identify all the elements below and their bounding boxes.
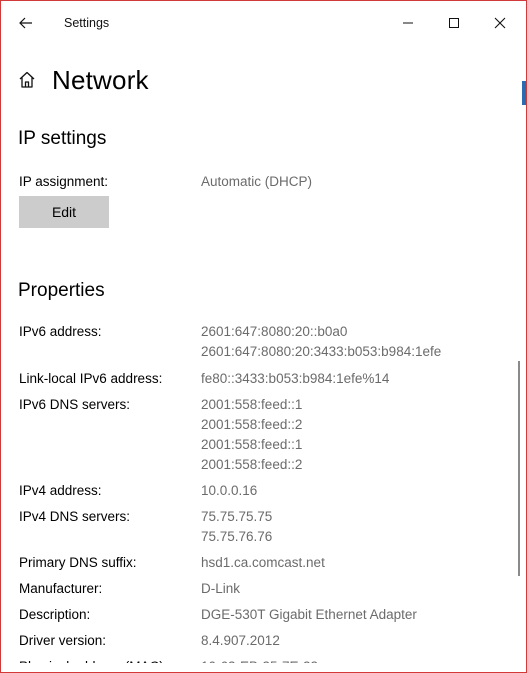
edit-button[interactable]: Edit — [19, 196, 109, 228]
close-icon — [494, 17, 506, 29]
page-title: Network — [52, 64, 149, 95]
minimize-icon — [403, 22, 413, 24]
property-value: 2601:647:8080:20:3433:b053:b984:1efe — [201, 344, 442, 359]
property-label: IPv4 DNS servers: — [19, 509, 131, 524]
ip-assignment-label: IP assignment: — [19, 174, 109, 189]
bottom-edge — [1, 663, 526, 672]
property-label: Description: — [19, 607, 91, 622]
page-header: Network — [17, 63, 149, 97]
property-value: 2001:558:feed::1 — [201, 397, 303, 412]
property-value: 2601:647:8080:20::b0a0 — [201, 324, 348, 339]
home-icon — [17, 69, 39, 91]
property-label: Manufacturer: — [19, 581, 103, 596]
ip-assignment-value: Automatic (DHCP) — [201, 174, 313, 189]
back-button[interactable] — [11, 9, 41, 37]
minimize-button[interactable] — [393, 9, 423, 37]
property-value: fe80::3433:b053:b984:1efe%14 — [201, 371, 390, 386]
property-value: 2001:558:feed::2 — [201, 457, 303, 472]
property-value: 75.75.76.76 — [201, 529, 273, 544]
property-label: Link-local IPv6 address: — [19, 371, 163, 386]
maximize-icon — [449, 18, 459, 28]
title-bar: Settings — [1, 1, 526, 45]
property-label: Driver version: — [19, 633, 107, 648]
property-value: 75.75.75.75 — [201, 509, 273, 524]
property-label: IPv6 DNS servers: — [19, 397, 131, 412]
scrollbar-thumb[interactable] — [518, 361, 520, 576]
back-arrow-icon — [19, 17, 32, 29]
close-button[interactable] — [485, 9, 515, 37]
ip-settings-heading: IP settings — [18, 128, 107, 149]
property-value: 2001:558:feed::1 — [201, 437, 303, 452]
settings-window: Settings Network IP settings IP assignme… — [0, 0, 527, 673]
property-value: 10.0.0.16 — [201, 483, 258, 498]
property-label: Primary DNS suffix: — [19, 555, 137, 570]
property-value: D-Link — [201, 581, 241, 596]
window-title: Settings — [64, 16, 110, 30]
property-label: IPv4 address: — [19, 483, 102, 498]
background-window-edge — [522, 81, 526, 105]
property-value: hsd1.ca.comcast.net — [201, 555, 325, 570]
property-value: DGE-530T Gigabit Ethernet Adapter — [201, 607, 417, 622]
property-label: IPv6 address: — [19, 324, 102, 339]
property-value: 2001:558:feed::2 — [201, 417, 303, 432]
maximize-button[interactable] — [439, 9, 469, 37]
property-value: 8.4.907.2012 — [201, 633, 280, 648]
properties-heading: Properties — [18, 280, 105, 301]
